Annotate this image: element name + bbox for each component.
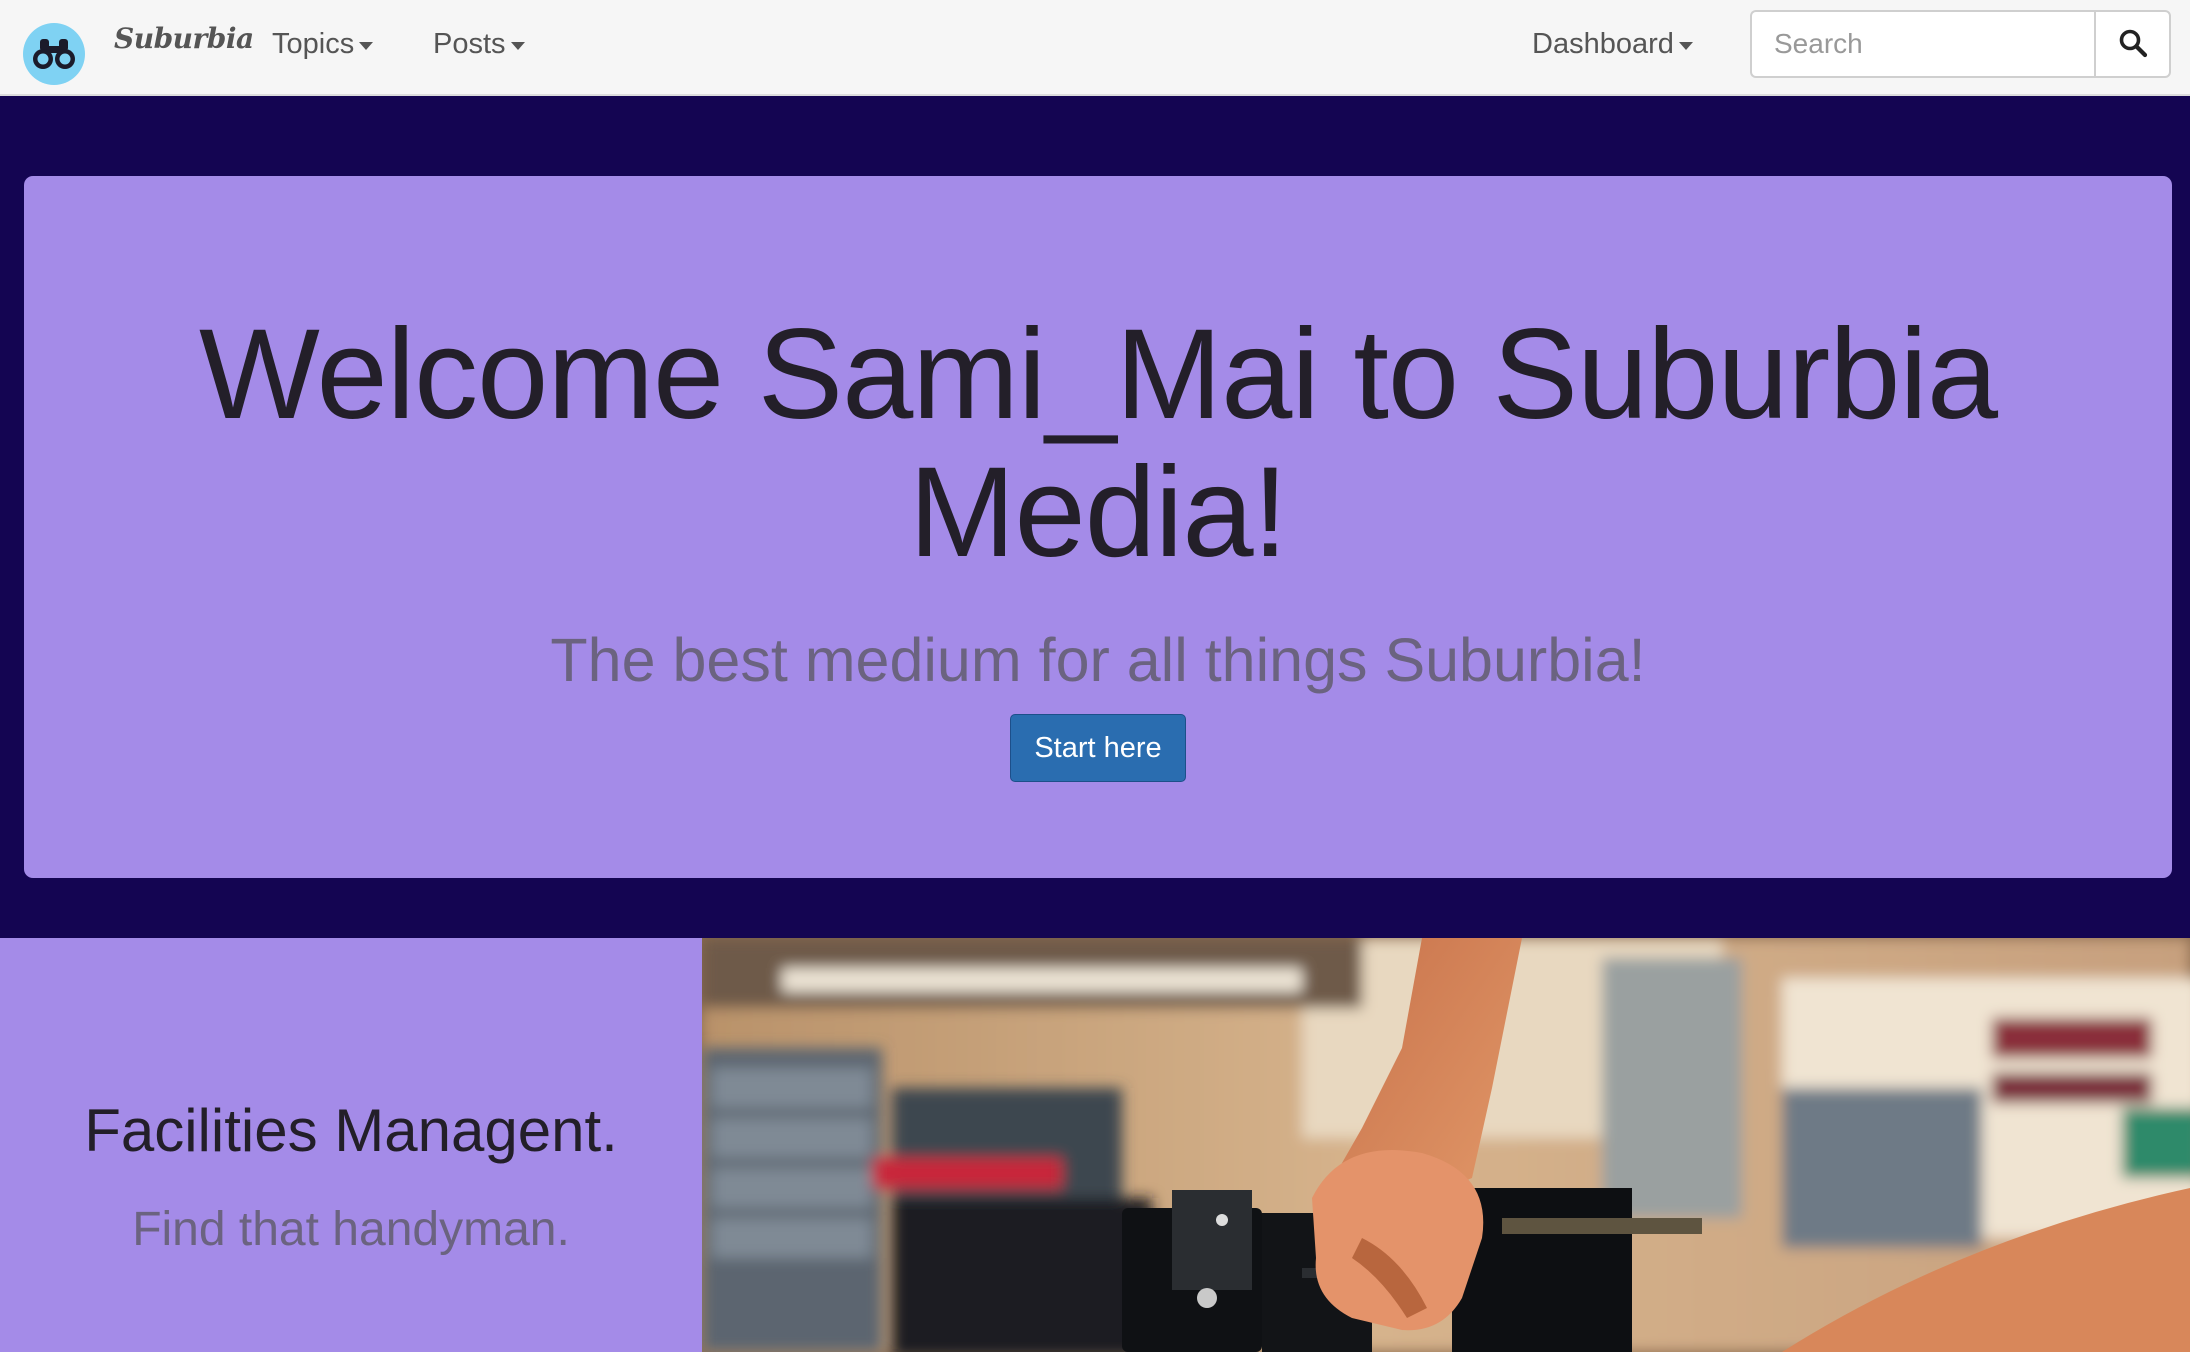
search-button[interactable] (2094, 10, 2171, 78)
feature-subheading: Find that handyman. (132, 1203, 570, 1256)
search-input[interactable] (1750, 10, 2094, 78)
search-form (1750, 10, 2171, 78)
feature-heading: Facilities Managent. (84, 1097, 618, 1164)
caret-down-icon (359, 41, 374, 50)
nav-posts-dropdown[interactable]: Posts (433, 0, 525, 88)
binoculars-icon[interactable] (23, 23, 85, 85)
feature-panel: Facilities Managent. Find that handyman. (0, 938, 702, 1352)
hero-subtitle: The best medium for all things Suburbia! (550, 626, 1646, 694)
nav-posts-label: Posts (433, 27, 506, 60)
start-here-button[interactable]: Start here (1010, 714, 1186, 782)
brand-name[interactable]: Suburbia (114, 22, 254, 55)
magnifier-icon (2118, 28, 2148, 61)
workshop-photo (702, 938, 2190, 1352)
hero-jumbotron: Welcome Sami_Mai to Suburbia Media! The … (24, 176, 2172, 878)
nav-dashboard-label: Dashboard (1532, 27, 1674, 60)
nav-topics-dropdown[interactable]: Topics (272, 0, 374, 88)
nav-dashboard-dropdown[interactable]: Dashboard (1532, 0, 1693, 88)
navbar: Suburbia Topics Posts Dashboard (0, 0, 2190, 96)
nav-topics-label: Topics (272, 27, 355, 60)
hero-title: Welcome Sami_Mai to Suburbia Media! (199, 303, 1998, 584)
caret-down-icon (510, 41, 525, 50)
caret-down-icon (1678, 41, 1693, 50)
